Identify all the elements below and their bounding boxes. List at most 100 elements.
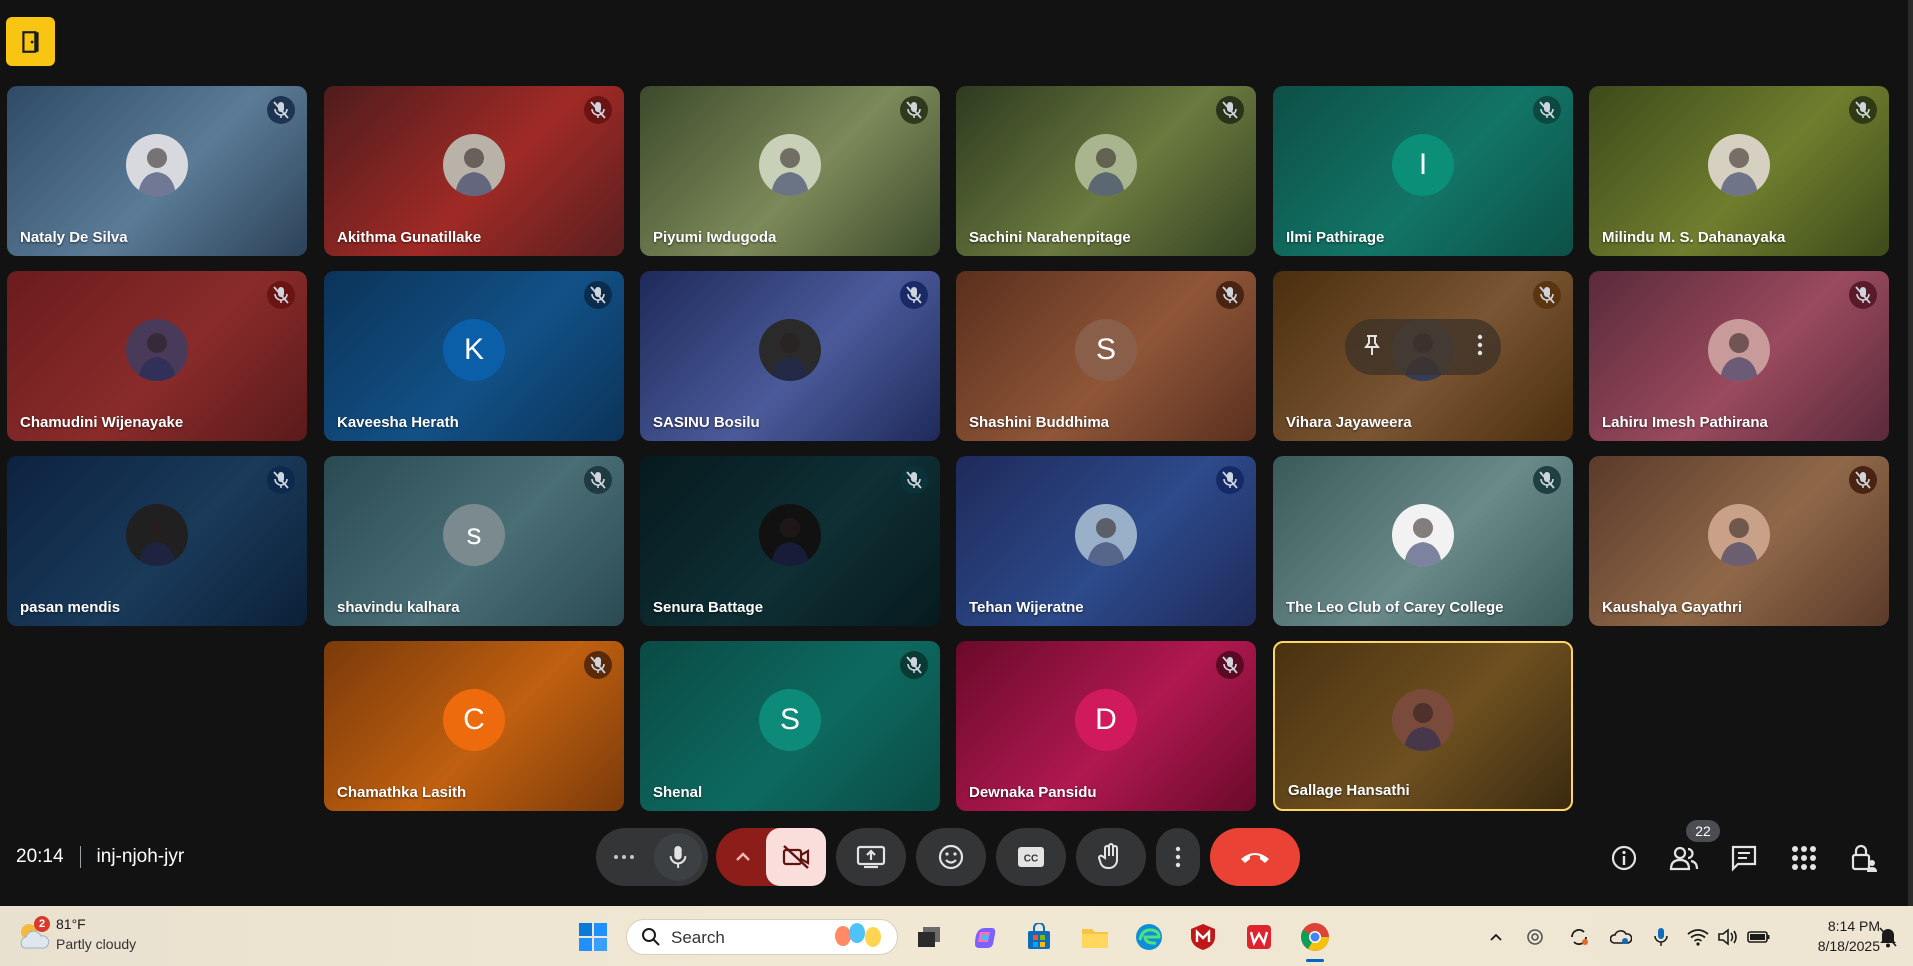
- windows-taskbar: 2 81°F Partly cloudy Search 8:14 PM 8/18…: [0, 906, 1913, 966]
- captions-button[interactable]: CC: [996, 828, 1066, 886]
- host-controls-button[interactable]: [1848, 842, 1880, 874]
- network-button[interactable]: [1686, 918, 1710, 956]
- meeting-details-button[interactable]: [1608, 842, 1640, 874]
- more-options-button[interactable]: [1156, 828, 1200, 886]
- participant-tile[interactable]: Milindu M. S. Dahanayaka: [1589, 86, 1889, 256]
- avatar-photo: [759, 134, 821, 196]
- people-button[interactable]: [1668, 842, 1700, 874]
- audio-control-group: [596, 828, 708, 886]
- video-options-button[interactable]: [716, 852, 770, 862]
- avatar-initial: I: [1392, 134, 1454, 196]
- participant-tile[interactable]: pasan mendis: [7, 456, 307, 626]
- mic-off-icon: [900, 281, 928, 309]
- mic-off-icon: [1216, 651, 1244, 679]
- start-button[interactable]: [574, 918, 612, 956]
- avatar-photo: [1708, 134, 1770, 196]
- participant-tile[interactable]: Vihara Jayaweera: [1273, 271, 1573, 441]
- microphone-button[interactable]: [654, 833, 702, 881]
- people-icon: [1669, 846, 1699, 871]
- participant-tile[interactable]: Akithma Gunatillake: [324, 86, 624, 256]
- leave-call-button[interactable]: [1210, 828, 1300, 886]
- participant-tile[interactable]: Chamudini Wijenayake: [7, 271, 307, 441]
- participant-tile[interactable]: s shavindu kalhara: [324, 456, 624, 626]
- mic-off-icon: [584, 466, 612, 494]
- tray-app-icon[interactable]: [1522, 918, 1548, 956]
- participant-grid: Nataly De Silva Akithma Gunatillake Piyumi…: [0, 0, 1913, 820]
- participant-tile[interactable]: C Chamathka Lasith: [324, 641, 624, 811]
- tray-update-icon[interactable]: [1566, 918, 1592, 956]
- avatar-photo: [443, 134, 505, 196]
- divider: [79, 846, 81, 868]
- wps-office-button[interactable]: [1240, 918, 1278, 956]
- tray-microphone-icon[interactable]: [1648, 918, 1674, 956]
- participant-name: Sachini Narahenpitage: [969, 229, 1131, 246]
- more-horiz-icon: [614, 855, 634, 859]
- avatar-initial: D: [1075, 689, 1137, 751]
- pin-button[interactable]: [1363, 334, 1381, 361]
- participant-name: Tehan Wijeratne: [969, 599, 1084, 616]
- edge-button[interactable]: [1130, 918, 1168, 956]
- participant-tile[interactable]: The Leo Club of Carey College: [1273, 456, 1573, 626]
- participant-tile[interactable]: Piyumi Iwdugoda: [640, 86, 940, 256]
- participant-name: Milindu M. S. Dahanayaka: [1602, 229, 1786, 246]
- show-hidden-icons-button[interactable]: [1484, 918, 1508, 956]
- store-icon: [1028, 923, 1050, 949]
- file-explorer-button[interactable]: [1076, 918, 1114, 956]
- taskbar-search-box[interactable]: Search: [626, 919, 898, 955]
- participant-tile[interactable]: S Shashini Buddhima: [956, 271, 1256, 441]
- taskbar-clock[interactable]: 8:14 PM 8/18/2025: [1780, 916, 1880, 956]
- avatar-photo: [1392, 689, 1454, 751]
- mic-off-icon: [584, 96, 612, 124]
- participant-name: Shashini Buddhima: [969, 414, 1110, 431]
- avatar-photo: [126, 319, 188, 381]
- folder-icon: [1082, 929, 1108, 948]
- meeting-info: 20:14 inj-njoh-jyr: [16, 846, 184, 868]
- mcafee-button[interactable]: [1184, 918, 1222, 956]
- reactions-button[interactable]: [916, 828, 986, 886]
- participant-tile[interactable]: Sachini Narahenpitage: [956, 86, 1256, 256]
- meeting-code: inj-njoh-jyr: [96, 846, 185, 867]
- refresh-icon: [1571, 929, 1588, 945]
- participant-tile[interactable]: I Ilmi Pathirage: [1273, 86, 1573, 256]
- avatar-photo: [126, 134, 188, 196]
- bell-icon: [1879, 927, 1897, 948]
- tray-cloud-icon[interactable]: [1608, 918, 1634, 956]
- camera-toggle-button[interactable]: [766, 828, 826, 886]
- chat-button[interactable]: [1728, 842, 1760, 874]
- activities-button[interactable]: [1788, 842, 1820, 874]
- weather-widget[interactable]: 2 81°F Partly cloudy: [16, 914, 156, 958]
- microsoft-store-button[interactable]: [1020, 918, 1058, 956]
- camera-off-icon: [782, 845, 810, 869]
- weather-badge: 2: [34, 916, 50, 932]
- copilot-button[interactable]: [966, 918, 1004, 956]
- participant-tile[interactable]: Lahiru Imesh Pathirana: [1589, 271, 1889, 441]
- participant-tile[interactable]: Kaushalya Gayathri: [1589, 456, 1889, 626]
- onedrive-cloud-icon: [1610, 930, 1632, 944]
- participant-tile[interactable]: K Kaveesha Herath: [324, 271, 624, 441]
- participant-tile[interactable]: Gallage Hansathi: [1273, 641, 1573, 811]
- participant-name: Ilmi Pathirage: [1286, 229, 1385, 246]
- task-view-button[interactable]: [910, 918, 948, 956]
- notifications-button[interactable]: [1872, 918, 1904, 956]
- present-screen-button[interactable]: [836, 828, 906, 886]
- battery-button[interactable]: [1746, 918, 1772, 956]
- mic-off-icon: [1533, 281, 1561, 309]
- tile-more-button[interactable]: [1477, 334, 1483, 361]
- participant-tile[interactable]: D Dewnaka Pansidu: [956, 641, 1256, 811]
- participant-name: Chamathka Lasith: [337, 784, 467, 801]
- mic-off-icon: [1849, 96, 1877, 124]
- participant-tile[interactable]: S Shenal: [640, 641, 940, 811]
- participant-name: Nataly De Silva: [20, 229, 128, 246]
- volume-button[interactable]: [1716, 918, 1740, 956]
- participant-tile[interactable]: Tehan Wijeratne: [956, 456, 1256, 626]
- participant-tile[interactable]: Senura Battage: [640, 456, 940, 626]
- raise-hand-button[interactable]: [1076, 828, 1146, 886]
- participant-tile[interactable]: Nataly De Silva: [7, 86, 307, 256]
- participant-tile[interactable]: SASINU Bosilu: [640, 271, 940, 441]
- audio-options-button[interactable]: [602, 853, 646, 861]
- copilot-icon: [975, 928, 996, 948]
- mic-off-icon: [584, 281, 612, 309]
- chrome-button[interactable]: [1296, 918, 1334, 962]
- hang-up-icon: [1241, 853, 1269, 863]
- pin-icon: [1364, 334, 1380, 355]
